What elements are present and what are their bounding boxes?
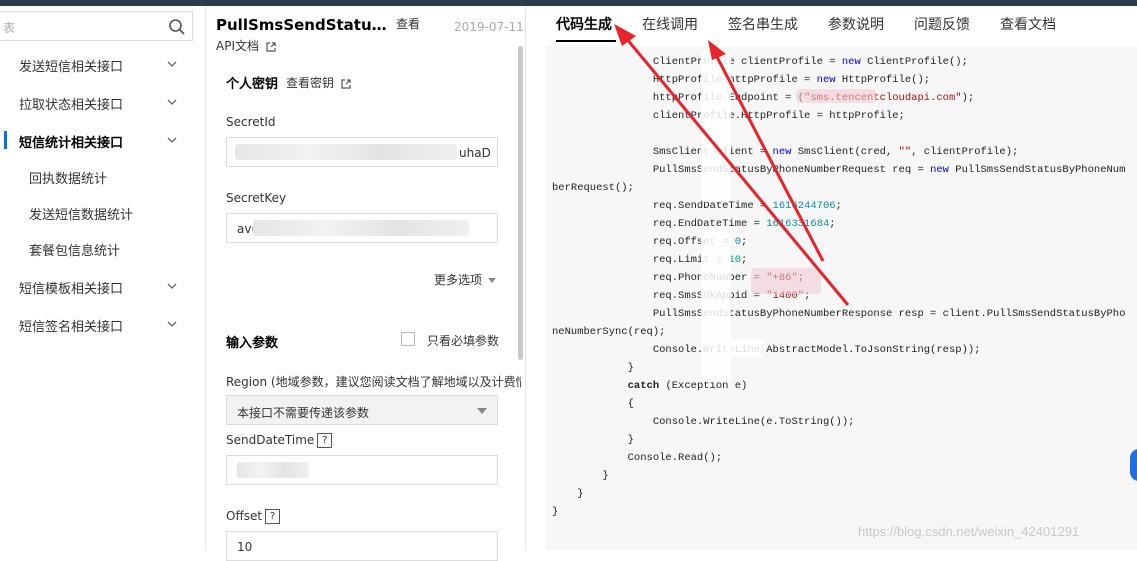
watermark: https://blog.csdn.net/weixin_42401291 bbox=[858, 524, 1080, 539]
search-input[interactable]: 表 bbox=[0, 11, 193, 41]
scrollbar[interactable] bbox=[518, 46, 523, 360]
redacted-blur bbox=[796, 89, 876, 103]
sidebar-item[interactable]: 短信模板相关接口 bbox=[0, 270, 204, 302]
secret-id-field[interactable]: uhaD bbox=[226, 137, 498, 167]
view-key-label: 查看密钥 bbox=[286, 76, 335, 90]
sidebar-item-label: 套餐包信息统计 bbox=[29, 244, 121, 259]
api-doc-link[interactable]: API文档 bbox=[216, 37, 276, 54]
more-options-button[interactable]: 更多选项 bbox=[434, 271, 496, 288]
caret-down-icon bbox=[477, 408, 487, 414]
credentials-title: 个人密钥 bbox=[226, 77, 279, 92]
sidebar-item[interactable]: 短信签名相关接口 bbox=[0, 308, 204, 340]
floating-help-button[interactable] bbox=[1130, 449, 1137, 481]
required-only-label: 只看必填参数 bbox=[427, 334, 500, 348]
secret-key-label: SecretKey bbox=[226, 191, 287, 205]
search-icon[interactable] bbox=[168, 18, 186, 36]
region-label: Region (地域参数，建议您阅读文档了解地域以及计费情 bbox=[226, 375, 521, 389]
api-explorer-panel: PullSmsSendStatusBy... 查看 2019-07-11 API… bbox=[206, 6, 524, 561]
tab-item[interactable]: 查看文档 bbox=[1000, 14, 1056, 34]
view-key-link[interactable]: 查看密钥 bbox=[286, 74, 351, 91]
sidebar: 表 发送短信相关接口 拉取状态相关接口 短信统计相关接口 回执数据统计发送短信数据统计… bbox=[0, 6, 206, 550]
secret-key-field[interactable]: av( bbox=[226, 213, 498, 243]
offset-field[interactable]: 10 bbox=[226, 531, 498, 561]
redacted-blur bbox=[751, 268, 821, 294]
sidebar-item-label: 短信签名相关接口 bbox=[19, 320, 124, 335]
chevron-down-icon bbox=[167, 321, 177, 327]
api-date: 2019-07-11 bbox=[454, 20, 524, 34]
sidebar-item-label: 短信统计相关接口 bbox=[19, 136, 124, 151]
sidebar-item[interactable]: 发送短信相关接口 bbox=[0, 48, 204, 80]
redacted-blur bbox=[701, 232, 731, 382]
sidebar-item[interactable]: 发送短信数据统计 bbox=[0, 196, 204, 228]
secret-id-value: uhaD bbox=[459, 146, 491, 160]
tab-item[interactable]: 问题反馈 bbox=[914, 14, 970, 34]
code-panel: 代码生成 在线调用 签名串生成 参数说明 问题反馈 查看文档 ClientProfile … bbox=[525, 6, 1137, 550]
tab-item[interactable]: 参数说明 bbox=[828, 14, 884, 34]
sidebar-item-label: 回执数据统计 bbox=[29, 172, 108, 187]
redacted-blur bbox=[726, 340, 766, 356]
sidebar-item[interactable]: 拉取状态相关接口 bbox=[0, 86, 204, 118]
send-date-field[interactable] bbox=[226, 455, 498, 485]
send-date-label-text: SendDateTime bbox=[226, 433, 315, 447]
tab-bar: 代码生成 在线调用 签名串生成 参数说明 问题反馈 查看文档 bbox=[526, 6, 1137, 42]
tab-item[interactable]: 在线调用 bbox=[642, 14, 698, 34]
chevron-down-icon bbox=[167, 61, 177, 67]
offset-value: 10 bbox=[237, 540, 253, 554]
region-value: 本接口不需要传递该参数 bbox=[237, 406, 370, 420]
code-text: ClientProfile clientProfile = new Client… bbox=[552, 56, 1126, 518]
view-link[interactable]: 查看 bbox=[396, 15, 420, 32]
redacted-blur bbox=[701, 52, 731, 202]
chevron-down-icon bbox=[167, 137, 177, 143]
help-icon[interactable]: ? bbox=[317, 433, 333, 448]
external-link-icon bbox=[341, 78, 351, 89]
redacted-blur bbox=[235, 144, 457, 160]
sidebar-item-label: 拉取状态相关接口 bbox=[19, 98, 124, 113]
tab-item[interactable]: 签名串生成 bbox=[728, 14, 798, 34]
help-icon[interactable]: ? bbox=[265, 509, 281, 524]
send-date-label: SendDateTime? bbox=[226, 433, 333, 448]
sidebar-item-label: 发送短信相关接口 bbox=[19, 60, 124, 75]
chevron-down-icon bbox=[167, 283, 177, 289]
chevron-down-icon bbox=[167, 99, 177, 105]
input-params-title: 输入参数 bbox=[226, 336, 279, 351]
active-tab-indicator bbox=[556, 40, 616, 42]
code-block[interactable]: ClientProfile clientProfile = new Client… bbox=[546, 46, 1137, 550]
sidebar-item[interactable]: 套餐包信息统计 bbox=[0, 232, 204, 264]
api-title: PullSmsSendStatusBy... bbox=[216, 16, 394, 34]
tab-item[interactable]: 代码生成 bbox=[556, 14, 612, 34]
secret-id-label: SecretId bbox=[226, 115, 276, 129]
redacted-blur bbox=[253, 220, 469, 236]
api-doc-label: API文档 bbox=[216, 39, 259, 53]
caret-down-icon bbox=[487, 277, 496, 283]
required-only-checkbox[interactable] bbox=[401, 332, 415, 346]
redacted-blur bbox=[237, 462, 309, 478]
search-placeholder: 表 bbox=[3, 21, 16, 35]
sidebar-item-label: 发送短信数据统计 bbox=[29, 208, 134, 223]
sidebar-item[interactable]: 短信统计相关接口 bbox=[0, 124, 204, 156]
sidebar-item[interactable]: 回执数据统计 bbox=[0, 160, 204, 192]
sidebar-item-label: 短信模板相关接口 bbox=[19, 282, 124, 297]
offset-label-text: Offset bbox=[226, 509, 263, 523]
external-link-icon bbox=[266, 41, 276, 52]
region-select[interactable]: 本接口不需要传递该参数 bbox=[226, 395, 498, 425]
offset-label: Offset? bbox=[226, 509, 281, 524]
more-options-label: 更多选项 bbox=[434, 273, 483, 287]
